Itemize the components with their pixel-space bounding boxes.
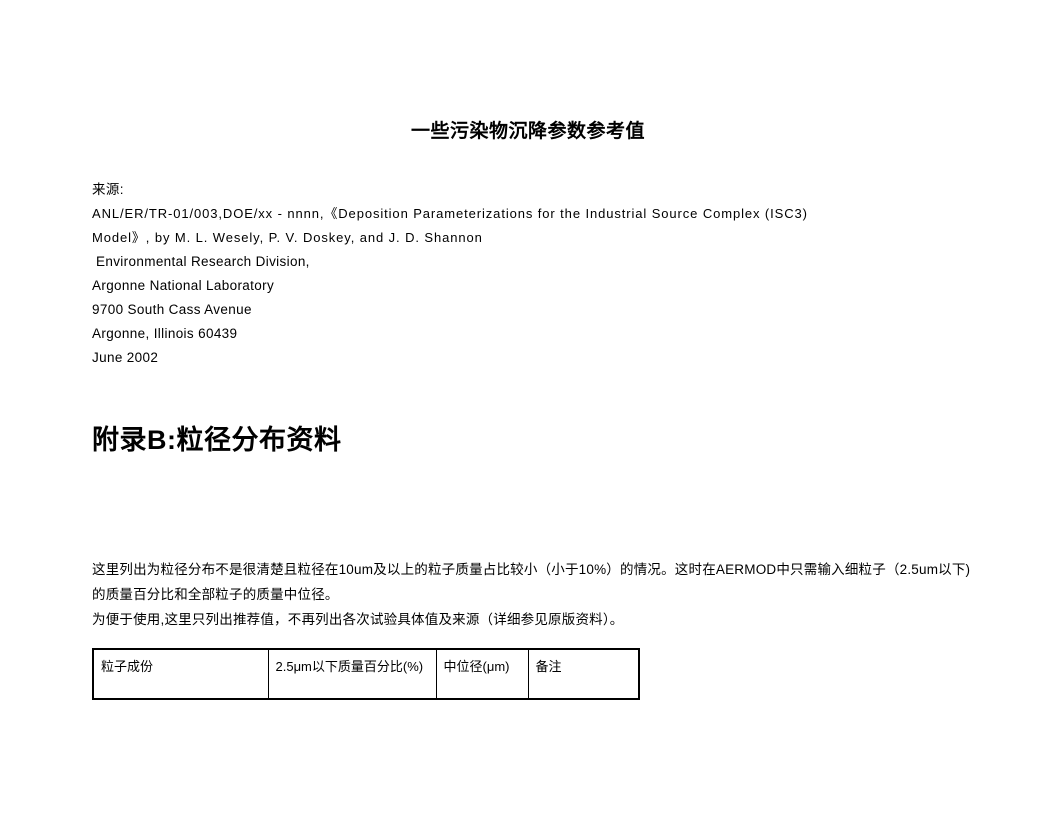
source-citation-block: 来源: ANL/ER/TR-01/003,DOE/xx - nnnn,《Depo… (92, 178, 992, 370)
citation-line-6: Argonne, Illinois 60439 (92, 326, 238, 341)
citation-line-2: Model》, by M. L. Wesely, P. V. Doskey, a… (92, 230, 483, 245)
page-title: 一些污染物沉降参数参考值 (410, 121, 645, 142)
table-header-mass-percent: 2.5μm以下质量百分比(%) (267, 648, 437, 700)
paragraph-line-1: 这里列出为粒径分布不是很清楚且粒径在10um及以上的粒子质量占比较小（小于10%… (92, 562, 971, 602)
source-label: 来源: (92, 182, 124, 197)
citation-line-1: ANL/ER/TR-01/003,DOE/xx - nnnn,《Depositi… (92, 206, 808, 221)
table-header-median-diameter: 中位径(μm) (435, 648, 529, 700)
table-header-remarks: 备注 (527, 648, 640, 700)
citation-line-3: Environmental Research Division, (96, 254, 310, 269)
particle-size-table: 粒子成份 2.5μm以下质量百分比(%) 中位径(μm) 备注 (92, 648, 640, 700)
paragraph-line-2: 为便于使用,这里只列出推荐值，不再列出各次试验具体值及来源（详细参见原版资料）。 (92, 612, 624, 627)
document-page: 一些污染物沉降参数参考值 来源: ANL/ER/TR-01/003,DOE/xx… (0, 0, 1056, 816)
body-paragraph: 这里列出为粒径分布不是很清楚且粒径在10um及以上的粒子质量占比较小（小于10%… (92, 557, 976, 632)
table-header-row: 粒子成份 2.5μm以下质量百分比(%) 中位径(μm) 备注 (92, 648, 640, 700)
citation-line-7: June 2002 (92, 350, 159, 365)
citation-line-4: Argonne National Laboratory (92, 278, 275, 293)
table-header-composition: 粒子成份 (92, 648, 269, 700)
appendix-heading: 附录B:粒径分布资料 (92, 425, 342, 455)
citation-line-5: 9700 South Cass Avenue (92, 302, 252, 317)
